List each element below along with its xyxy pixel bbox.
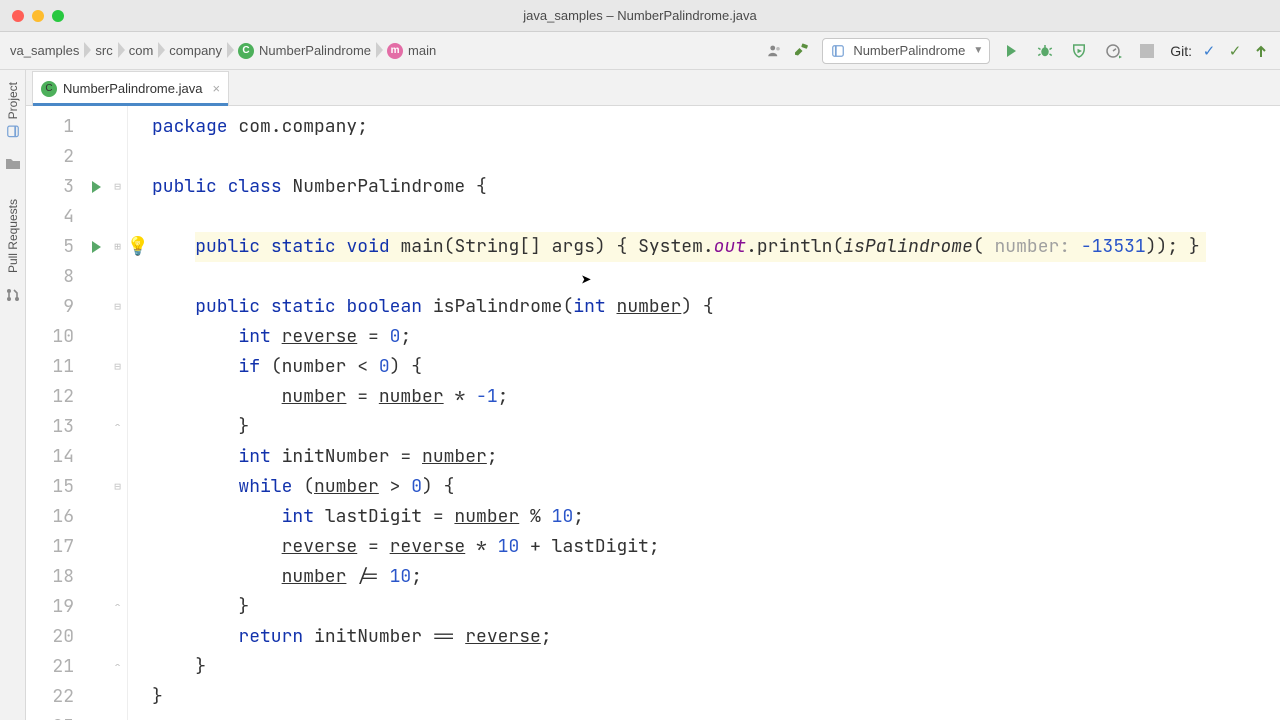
- project-tool-label: Project: [6, 82, 20, 119]
- run-button[interactable]: [998, 38, 1024, 64]
- code-line[interactable]: int initNumber = number;: [152, 442, 1206, 472]
- fold-collapse-icon[interactable]: ⊟: [114, 472, 121, 502]
- pull-requests-tool-tab[interactable]: Pull Requests: [6, 193, 20, 279]
- editor-tab-label: NumberPalindrome.java: [63, 81, 202, 96]
- close-window-button[interactable]: [12, 10, 24, 22]
- line-number-gutter: 12345891011121314151617181920212223: [26, 106, 84, 720]
- window-titlebar: java_samples – NumberPalindrome.java: [0, 0, 1280, 32]
- intention-gutter: 💡: [128, 106, 148, 720]
- breadcrumb-label: src: [95, 43, 112, 58]
- code-line[interactable]: [152, 262, 1206, 292]
- run-configuration-selector[interactable]: NumberPalindrome ▼: [822, 38, 990, 64]
- code-line[interactable]: [152, 142, 1206, 172]
- code-line[interactable]: public static void main(String[] args) {…: [152, 232, 1206, 262]
- code-line[interactable]: number = number * -1;: [152, 382, 1206, 412]
- main-toolbar: va_samples src com company C NumberPalindrome…: [0, 32, 1280, 70]
- code-line[interactable]: while (number > 0) {: [152, 472, 1206, 502]
- code-line[interactable]: [152, 202, 1206, 232]
- git-push-icon[interactable]: [1248, 38, 1274, 64]
- breadcrumb-segment[interactable]: va_samples: [0, 32, 85, 70]
- run-toolbar-group: [998, 38, 1160, 64]
- left-tool-rail: Project Pull Requests: [0, 70, 26, 720]
- breadcrumb-label: company: [169, 43, 222, 58]
- code-line[interactable]: return initNumber == reverse;: [152, 622, 1206, 652]
- close-tab-icon[interactable]: ×: [212, 81, 220, 96]
- code-line[interactable]: }: [152, 652, 1206, 682]
- class-file-icon: C: [41, 81, 57, 97]
- traffic-lights: [0, 10, 64, 22]
- code-line[interactable]: }: [152, 592, 1206, 622]
- breadcrumb: va_samples src com company C NumberPalindrome…: [0, 32, 442, 70]
- git-commit-icon[interactable]: ✓: [1222, 38, 1248, 64]
- breadcrumb-label: NumberPalindrome: [259, 43, 371, 58]
- folder-icon[interactable]: [5, 155, 21, 171]
- fold-collapse-icon[interactable]: ⊟: [114, 292, 121, 322]
- project-tool-tab[interactable]: Project: [5, 76, 21, 145]
- fold-collapse-icon[interactable]: ⊟: [114, 172, 121, 202]
- build-hammer-icon[interactable]: [788, 38, 814, 64]
- profiler-button[interactable]: [1100, 38, 1126, 64]
- code-with-me-icon[interactable]: [762, 38, 788, 64]
- project-icon: [5, 123, 21, 139]
- breadcrumb-segment[interactable]: src: [85, 32, 118, 70]
- breadcrumb-label: com: [129, 43, 154, 58]
- window-title: java_samples – NumberPalindrome.java: [0, 8, 1280, 23]
- run-gutter-icon[interactable]: [92, 181, 101, 193]
- code-line[interactable]: public static boolean isPalindrome(int n…: [152, 292, 1206, 322]
- run-with-coverage-button[interactable]: [1066, 38, 1092, 64]
- intention-bulb-icon[interactable]: 💡: [127, 232, 149, 262]
- fold-end-icon[interactable]: ⌃: [114, 652, 121, 682]
- code-line[interactable]: }: [152, 682, 1206, 712]
- pull-request-icon[interactable]: [5, 287, 21, 303]
- code-line[interactable]: int lastDigit = number % 10;: [152, 502, 1206, 532]
- main-area: Project Pull Requests C NumberPalindrome…: [0, 70, 1280, 720]
- class-icon: C: [238, 43, 254, 59]
- code-line[interactable]: number /= 10;: [152, 562, 1206, 592]
- code-content[interactable]: package com.company; public class Number…: [148, 106, 1218, 720]
- fold-gutter: ⊟ ⊞ ⊟ ⊟ ⌃ ⊟ ⌃ ⌃: [108, 106, 128, 720]
- code-line[interactable]: }: [152, 412, 1206, 442]
- run-gutter: [84, 106, 108, 720]
- code-line[interactable]: if (number < 0) {: [152, 352, 1206, 382]
- run-configuration-name: NumberPalindrome: [853, 43, 965, 58]
- breadcrumb-segment[interactable]: company: [159, 32, 228, 70]
- method-icon: m: [387, 43, 403, 59]
- fold-end-icon[interactable]: ⌃: [114, 412, 121, 442]
- git-update-icon[interactable]: ✓: [1196, 38, 1222, 64]
- debug-button[interactable]: [1032, 38, 1058, 64]
- minimize-window-button[interactable]: [32, 10, 44, 22]
- breadcrumb-label: main: [408, 43, 436, 58]
- stop-button[interactable]: [1134, 38, 1160, 64]
- run-gutter-icon[interactable]: [92, 241, 101, 253]
- fold-collapse-icon[interactable]: ⊟: [114, 352, 121, 382]
- breadcrumb-segment[interactable]: mmain: [377, 32, 442, 70]
- git-label: Git:: [1170, 43, 1192, 59]
- breadcrumb-label: va_samples: [10, 43, 79, 58]
- code-line[interactable]: public class NumberPalindrome {: [152, 172, 1206, 202]
- breadcrumb-segment[interactable]: C NumberPalindrome: [228, 32, 377, 70]
- pull-requests-label: Pull Requests: [6, 199, 20, 273]
- code-line[interactable]: [152, 712, 1206, 720]
- editor-tabbar: C NumberPalindrome.java ×: [26, 70, 1280, 106]
- editor-area: C NumberPalindrome.java × 12345891011121…: [26, 70, 1280, 720]
- fold-expand-icon[interactable]: ⊞: [114, 232, 121, 262]
- zoom-window-button[interactable]: [52, 10, 64, 22]
- fold-end-icon[interactable]: ⌃: [114, 592, 121, 622]
- code-line[interactable]: package com.company;: [152, 112, 1206, 142]
- chevron-down-icon: ▼: [973, 45, 983, 56]
- code-line[interactable]: reverse = reverse * 10 + lastDigit;: [152, 532, 1206, 562]
- code-editor[interactable]: 12345891011121314151617181920212223 ⊟⊞⊟⊟…: [26, 106, 1280, 720]
- breadcrumb-segment[interactable]: com: [119, 32, 160, 70]
- editor-tab[interactable]: C NumberPalindrome.java ×: [32, 71, 229, 105]
- code-line[interactable]: int reverse = 0;: [152, 322, 1206, 352]
